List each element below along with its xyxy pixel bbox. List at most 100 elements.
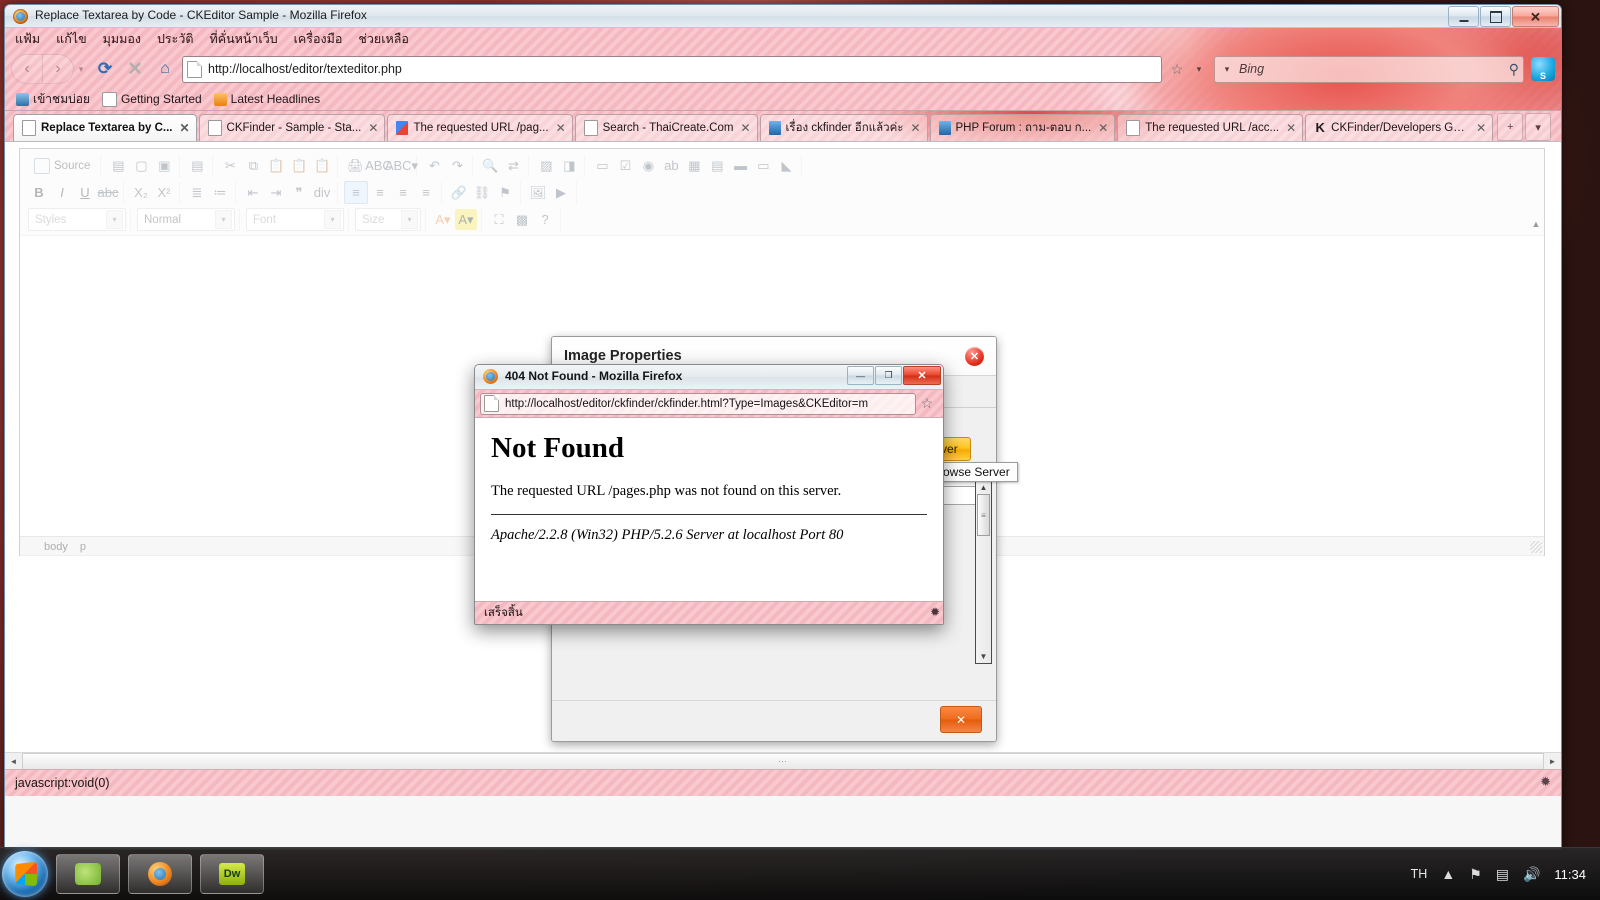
remove-format-icon[interactable]: ◨	[558, 155, 580, 176]
tab-close-icon[interactable]: ✕	[177, 121, 189, 135]
tab-replace-textarea[interactable]: Replace Textarea by C... ✕	[13, 114, 197, 141]
show-hidden-icons-icon[interactable]: ▲	[1441, 866, 1455, 882]
page-horizontal-scrollbar[interactable]: ◄ ⋯ ►	[5, 752, 1561, 770]
bulleted-list-icon[interactable]: ≔	[209, 182, 231, 203]
tab-close-icon[interactable]: ✕	[366, 121, 378, 135]
popup-maximize-button[interactable]: ❐	[875, 366, 902, 385]
subscript-icon[interactable]: X₂	[130, 182, 152, 203]
reload-icon[interactable]: ⟳	[92, 56, 118, 82]
dialog-close-icon[interactable]: ✕	[965, 347, 984, 366]
forward-button[interactable]: ›	[43, 54, 74, 84]
search-icon[interactable]: ⚲	[1509, 61, 1519, 78]
bookmark-getting-started[interactable]: Getting Started	[99, 92, 205, 107]
align-justify-icon[interactable]: ≡	[415, 182, 437, 203]
italic-icon[interactable]: I	[51, 182, 73, 203]
menu-item-help[interactable]: ช่วยเหลือ	[358, 29, 409, 49]
copy-icon[interactable]: ⧉	[242, 155, 264, 176]
hidden-field-icon[interactable]: ◣	[775, 155, 797, 176]
tab-close-icon[interactable]: ✕	[1284, 121, 1296, 135]
bookmark-star-icon[interactable]: ☆	[1166, 61, 1188, 78]
checkbox-icon[interactable]: ☑	[614, 155, 636, 176]
menu-item-tools[interactable]: เครื่องมือ	[294, 29, 343, 49]
button-icon[interactable]: ▬	[729, 155, 751, 176]
superscript-icon[interactable]: X²	[153, 182, 175, 203]
select-field-icon[interactable]: ▤	[706, 155, 728, 176]
replace-icon[interactable]: ⇄	[502, 155, 524, 176]
cut-icon[interactable]: ✂	[219, 155, 241, 176]
history-dropdown-icon[interactable]: ▾	[74, 55, 88, 83]
network-icon[interactable]: ⚑	[1469, 866, 1482, 883]
minimize-button[interactable]	[1448, 6, 1479, 27]
action-center-icon[interactable]: ▤	[1496, 866, 1509, 883]
editor-scroll-up-icon[interactable]: ▲	[1530, 219, 1542, 231]
popup-minimize-button[interactable]: —	[847, 366, 874, 385]
menu-item-edit[interactable]: แก้ไข	[56, 29, 86, 49]
maximize-button[interactable]	[1480, 6, 1511, 27]
underline-icon[interactable]: U	[74, 182, 96, 203]
horizontal-scroll-thumb[interactable]: ⋯	[22, 753, 1544, 770]
blockquote-icon[interactable]: ❞	[288, 182, 310, 203]
scroll-down-icon[interactable]: ▼	[976, 650, 991, 663]
elements-path-body[interactable]: body	[44, 541, 68, 553]
bookmark-most-visited[interactable]: เข้าชมบ่อย	[13, 90, 93, 109]
create-div-icon[interactable]: div	[311, 182, 333, 203]
save-icon[interactable]: ▤	[107, 155, 129, 176]
unlink-icon[interactable]: ⛓	[471, 182, 493, 203]
bookmark-latest-headlines[interactable]: Latest Headlines	[211, 92, 323, 106]
menu-item-bookmarks[interactable]: ที่คั่นหน้าเว็บ	[209, 29, 277, 49]
close-button[interactable]: ✕	[1512, 6, 1559, 27]
background-color-icon[interactable]: A▾	[455, 209, 477, 230]
tab-ckfinder-thai[interactable]: เรื่อง ckfinder อีกแล้วค่ะ ✕	[760, 114, 928, 141]
tab-search-thaicreate[interactable]: Search - ThaiCreate.Com ✕	[575, 114, 758, 141]
select-all-icon[interactable]: ▨	[535, 155, 557, 176]
image-button-icon[interactable]: ▭	[752, 155, 774, 176]
undo-icon[interactable]: ↶	[423, 155, 445, 176]
skype-icon[interactable]: S	[1531, 57, 1555, 81]
link-icon[interactable]: 🔗	[448, 182, 470, 203]
strikethrough-icon[interactable]: abc	[97, 182, 119, 203]
search-input-placeholder[interactable]: Bing	[1235, 62, 1509, 76]
bold-icon[interactable]: B	[28, 182, 50, 203]
taskbar-item-msn-messenger[interactable]	[56, 854, 120, 894]
maximize-editor-icon[interactable]: ⛶	[488, 209, 510, 230]
form-icon[interactable]: ▭	[591, 155, 613, 176]
language-indicator[interactable]: TH	[1411, 867, 1428, 881]
taskbar-item-firefox[interactable]	[128, 854, 192, 894]
tab-close-icon[interactable]: ✕	[738, 121, 750, 135]
textfield-icon[interactable]: ab	[660, 155, 682, 176]
align-center-icon[interactable]: ≡	[369, 182, 391, 203]
firebug-icon[interactable]: ✹	[1540, 774, 1551, 790]
textarea-icon[interactable]: ▦	[683, 155, 705, 176]
find-icon[interactable]: 🔍	[479, 155, 501, 176]
tab-list-chevron-icon[interactable]: ▾	[1525, 113, 1551, 141]
dialog-scrollbar[interactable]: ▲ ≡ ▼	[975, 480, 992, 664]
tab-ckfinder-sample[interactable]: CKFinder - Sample - Sta... ✕	[199, 114, 386, 141]
elements-path-p[interactable]: p	[80, 541, 86, 553]
back-button[interactable]: ‹	[11, 54, 43, 84]
scroll-right-icon[interactable]: ►	[1544, 754, 1561, 770]
radio-icon[interactable]: ◉	[637, 155, 659, 176]
tab-close-icon[interactable]: ✕	[908, 121, 920, 135]
address-bar[interactable]: http://localhost/editor/texteditor.php	[182, 56, 1162, 83]
image-icon[interactable]: 🖼	[527, 182, 549, 203]
templates-icon[interactable]: ▤	[186, 155, 208, 176]
source-button[interactable]: Source	[28, 155, 96, 176]
popup-close-button[interactable]: ✕	[903, 366, 941, 385]
redo-icon[interactable]: ↷	[446, 155, 468, 176]
print-icon[interactable]: 🖨	[344, 155, 366, 176]
text-color-icon[interactable]: A▾	[432, 209, 454, 230]
popup-address-bar[interactable]: http://localhost/editor/ckfinder/ckfinde…	[480, 393, 916, 415]
paste-icon[interactable]: 📋	[265, 155, 287, 176]
taskbar-clock[interactable]: 11:34	[1554, 867, 1586, 882]
paste-text-icon[interactable]: 📋	[288, 155, 310, 176]
anchor-icon[interactable]: ⚑	[494, 182, 516, 203]
align-left-icon[interactable]: ≡	[344, 181, 368, 204]
tab-ckfinder-developers-guide[interactable]: K CKFinder/Developers Gu... ✕	[1305, 114, 1493, 141]
menu-item-view[interactable]: มุมมอง	[103, 29, 141, 49]
menu-item-file[interactable]: แฟ้ม	[15, 29, 40, 49]
home-icon[interactable]: ⌂	[152, 56, 178, 82]
flash-icon[interactable]: ▶	[550, 182, 572, 203]
show-blocks-icon[interactable]: ▩	[511, 209, 533, 230]
editor-resize-grip[interactable]	[1530, 541, 1542, 553]
start-button[interactable]	[2, 851, 48, 897]
